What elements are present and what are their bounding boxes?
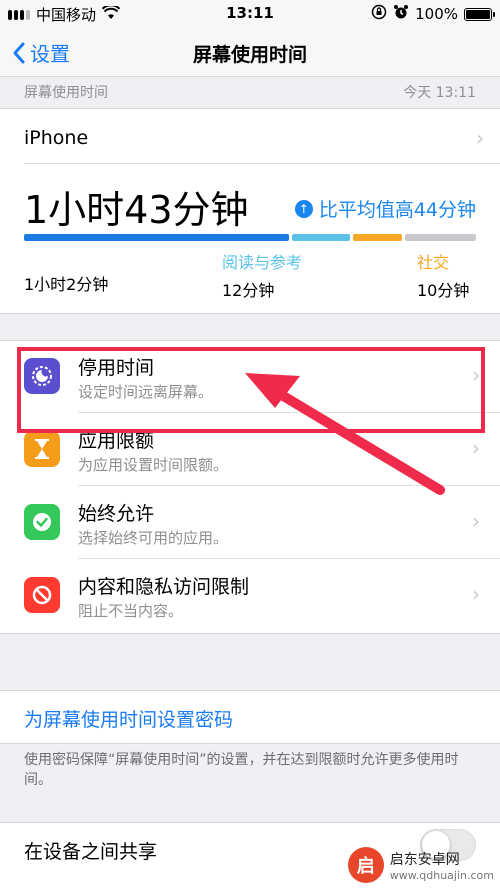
watermark: 启 启东安卓网 www.qdhuajin.com	[347, 847, 494, 883]
passcode-group: 为屏幕使用时间设置密码	[0, 690, 500, 744]
set-passcode-link[interactable]: 为屏幕使用时间设置密码	[24, 705, 233, 732]
watermark-url: www.qdhuajin.com	[389, 868, 494, 882]
passcode-footnote: 使用密码保障“屏幕使用时间”的设置，并在达到限额时允许更多使用时间。	[24, 752, 459, 788]
watermark-name: 启东安卓网	[389, 851, 460, 868]
watermark-logo-icon: 启	[347, 847, 384, 883]
share-across-devices-label: 在设备之间共享	[24, 841, 158, 863]
